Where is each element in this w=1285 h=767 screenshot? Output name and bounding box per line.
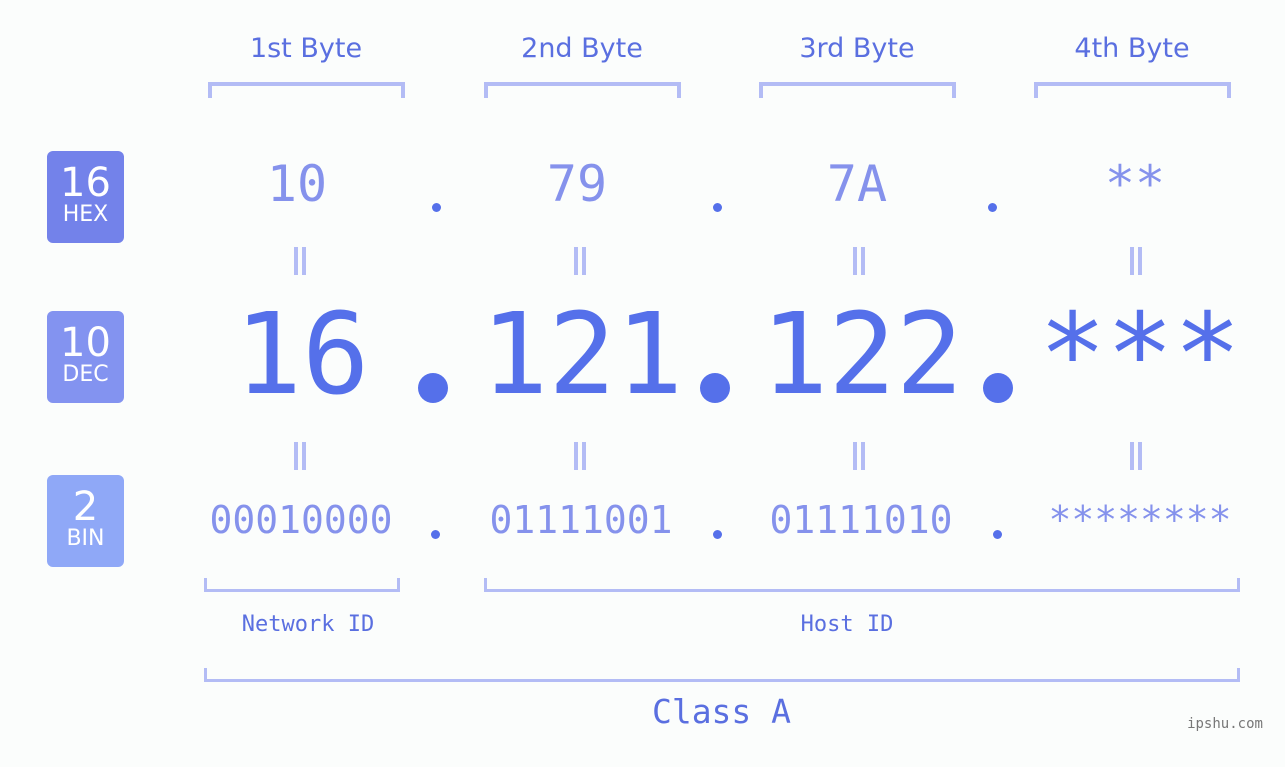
bin-value-3: 01111010 <box>769 498 953 542</box>
dec-badge: 10 DEC <box>47 311 124 403</box>
dec-badge-label: DEC <box>62 362 109 387</box>
byte-bracket-1 <box>208 82 405 98</box>
network-id-label: Network ID <box>241 612 375 637</box>
hex-separator-dot <box>988 203 997 212</box>
equals-icon <box>852 247 866 275</box>
hex-badge-label: HEX <box>62 202 109 227</box>
dec-value-1: 16 <box>234 290 370 420</box>
hex-value-4: ** <box>1104 155 1166 213</box>
byte-header-1: 1st Byte <box>249 33 363 64</box>
byte-bracket-2 <box>484 82 681 98</box>
class-bracket <box>204 668 1240 682</box>
dec-value-4: *** <box>1038 290 1242 420</box>
hex-separator-dot <box>432 203 441 212</box>
network-id-bracket <box>204 578 400 592</box>
bin-value-1: 00010000 <box>209 498 393 542</box>
hex-badge: 16 HEX <box>47 151 124 243</box>
byte-bracket-3 <box>759 82 956 98</box>
dec-value-3: 122 <box>760 290 964 420</box>
equals-icon <box>293 247 307 275</box>
byte-header-4: 4th Byte <box>1074 33 1190 64</box>
bin-separator-dot <box>993 530 1002 539</box>
equals-icon <box>852 442 866 470</box>
byte-header-2: 2nd Byte <box>521 33 643 64</box>
equals-icon <box>573 442 587 470</box>
dec-separator-dot <box>700 373 730 403</box>
byte-bracket-4 <box>1034 82 1231 98</box>
bin-value-4: ******** <box>1048 498 1232 542</box>
bin-badge-label: BIN <box>66 526 105 551</box>
class-label: Class A <box>651 692 792 731</box>
equals-icon <box>1129 247 1143 275</box>
dec-badge-number: 10 <box>60 320 111 366</box>
hex-value-2: 79 <box>546 155 608 213</box>
hex-value-3: 7A <box>826 155 888 213</box>
bin-badge: 2 BIN <box>47 475 124 567</box>
equals-icon <box>573 247 587 275</box>
bin-separator-dot <box>713 530 722 539</box>
equals-icon <box>1129 442 1143 470</box>
dec-value-2: 121 <box>480 290 684 420</box>
hex-badge-number: 16 <box>60 160 111 206</box>
dec-separator-dot <box>983 373 1013 403</box>
equals-icon <box>293 442 307 470</box>
bin-separator-dot <box>431 530 440 539</box>
dec-separator-dot <box>418 373 448 403</box>
hex-separator-dot <box>713 203 722 212</box>
bin-badge-number: 2 <box>72 484 99 530</box>
host-id-label: Host ID <box>800 612 894 637</box>
byte-header-3: 3rd Byte <box>799 33 915 64</box>
bin-value-2: 01111001 <box>489 498 673 542</box>
hex-value-1: 10 <box>266 155 328 213</box>
watermark: ipshu.com <box>1187 716 1263 732</box>
host-id-bracket <box>484 578 1240 592</box>
